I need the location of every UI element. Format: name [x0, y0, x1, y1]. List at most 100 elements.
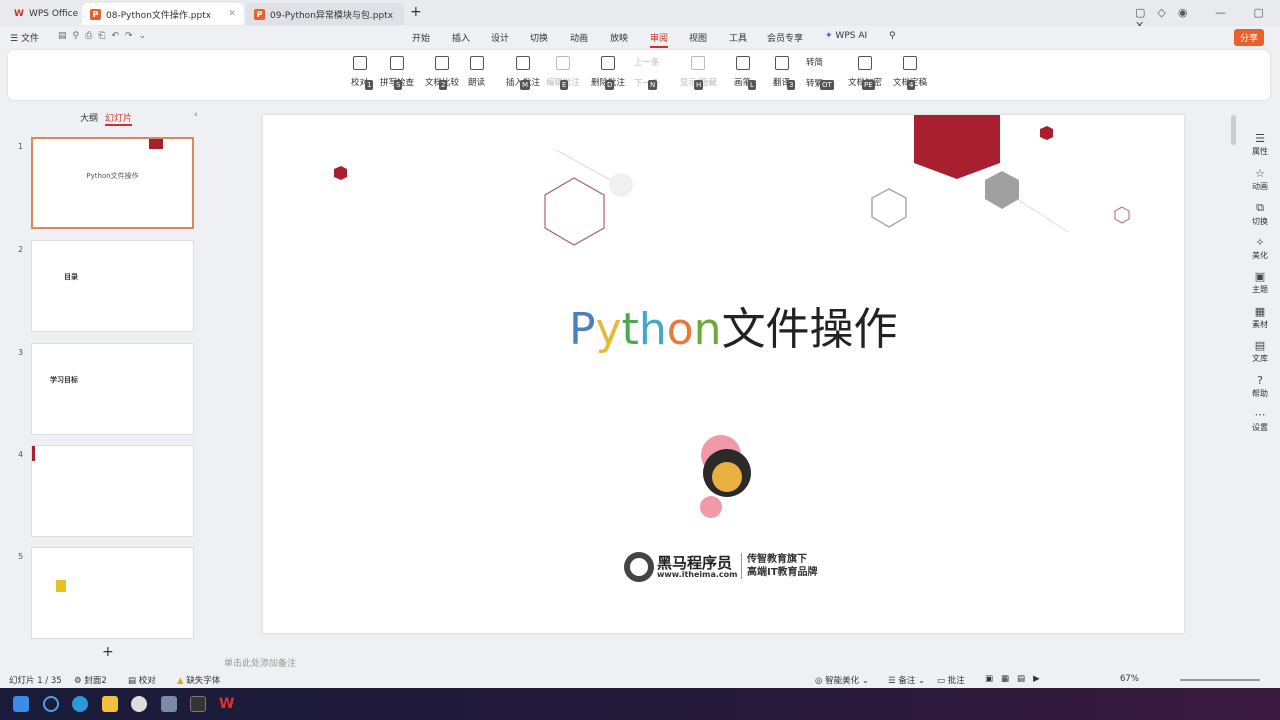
thumb-title: 学习目标	[50, 376, 78, 384]
edge-icon[interactable]	[72, 696, 88, 712]
wps-icon[interactable]: W	[219, 696, 235, 712]
zoom-level[interactable]: 67%	[1120, 674, 1139, 684]
sidebar-icon: ☆	[1255, 166, 1265, 180]
sidebar-item[interactable]: ⧉ 切换	[1240, 201, 1280, 227]
sidebar-label: 切换	[1252, 217, 1268, 226]
slide-canvas[interactable]: Python文件操作 黑马程序员 www.itheima.com 传智教育旗下高…	[263, 115, 1184, 633]
slide-thumb-4[interactable]	[31, 445, 194, 537]
ribbon-icon	[735, 56, 750, 70]
comment-button[interactable]: ▭ 批注	[937, 674, 965, 686]
windows-start-icon[interactable]	[13, 696, 29, 712]
notes-label: 备注	[898, 676, 916, 686]
sidebar-label: 帮助	[1252, 388, 1268, 398]
theme-button[interactable]: ⚙ 封面2	[74, 674, 107, 686]
sidebar-item[interactable]: ✧ 美化	[1240, 236, 1280, 261]
sidebar-item[interactable]: ▣ 主题	[1240, 270, 1280, 295]
sidebar-item[interactable]: ☰ 属性	[1240, 132, 1280, 157]
notes-button[interactable]: ☰ 备注 ⌄	[888, 674, 925, 686]
tab-08-python[interactable]: P 08-Python文件操作.pptx ✕	[82, 3, 244, 25]
beautify-label: 智能美化	[825, 676, 860, 686]
file-explorer-icon[interactable]	[102, 696, 118, 712]
sidebar-item[interactable]: ☆ 动画	[1240, 167, 1280, 192]
slide-thumb-2[interactable]: 目录	[31, 240, 194, 332]
right-sidebar: ☰ 属性 ☆ 动画 ⧉ 切换 ✧ 美化 ▣ 主题 ▦ 素材 ▤ 文库 ? 帮助 ⋯ 设置	[1240, 102, 1280, 667]
search-icon[interactable]	[43, 696, 59, 712]
menu-wps-ai[interactable]: ✦ WPS AI	[825, 31, 867, 41]
menu-transition[interactable]: 切换	[530, 31, 548, 44]
menu-slideshow[interactable]: 放映	[610, 31, 628, 44]
comment-label: 批注	[947, 676, 965, 686]
menu-review[interactable]: 审阅	[650, 31, 669, 48]
clock-icon[interactable]	[131, 696, 147, 712]
ppt-icon: P	[254, 8, 265, 20]
share-button[interactable]: 分享	[1234, 29, 1265, 46]
slide-thumb-3[interactable]: 学习目标	[31, 343, 194, 435]
tab-09-python[interactable]: P 09-Python异常模块与包.pptx	[246, 3, 404, 25]
tab-outline[interactable]: 大纲	[80, 111, 98, 124]
font-label: 缺失字体	[186, 676, 221, 686]
slide-thumb-5[interactable]	[31, 547, 194, 639]
sidebar-label: 文库	[1252, 354, 1268, 363]
slide-thumb-1[interactable]: Python文件操作	[31, 137, 194, 229]
sidebar-item[interactable]: ▦ 素材	[1240, 305, 1280, 330]
quick-access-toolbar[interactable]: ▤⚲⎙⎗↶↷⌄	[58, 31, 152, 41]
sidebar-label: 素材	[1252, 319, 1268, 329]
menu-animation[interactable]: 动画	[570, 31, 588, 44]
slide-scrollbar[interactable]	[1231, 115, 1236, 145]
logo-sub1: 传智教育旗下	[747, 554, 807, 565]
new-tab-icon[interactable]: +	[410, 4, 422, 20]
tab-wps-home[interactable]: W WPS Office	[6, 3, 86, 25]
close-icon[interactable]: ✕	[228, 9, 236, 19]
view-mode-buttons[interactable]: ▣▦▤▶	[985, 674, 1048, 684]
tab-bar: W WPS Office P 08-Python文件操作.pptx ✕ P 09-Pyt…	[0, 0, 1280, 32]
ribbon-button[interactable]: 转简	[806, 56, 823, 68]
tab-slides[interactable]: 幻灯片	[105, 111, 133, 126]
sidebar-icon: ✧	[1255, 235, 1265, 249]
ribbon-button[interactable]: 朗读	[468, 56, 485, 88]
sidebar-label: 设置	[1252, 423, 1268, 432]
title-letter: n	[693, 304, 722, 355]
ribbon-label: 上一条	[634, 58, 660, 68]
menu-home[interactable]: 开始	[412, 31, 430, 44]
search-icon[interactable]: ⚲	[889, 31, 896, 41]
sidebar-item[interactable]: ? 帮助	[1240, 374, 1280, 399]
slide-number: 3	[18, 348, 24, 357]
notes-input[interactable]: 单击此处添加备注	[224, 656, 296, 669]
ribbon-icon	[556, 56, 570, 70]
slide-title: Python文件操作	[569, 293, 898, 357]
title-letter: o	[666, 304, 694, 355]
tab-label: WPS Office	[28, 9, 79, 19]
keytip: N	[648, 80, 658, 90]
keytip: E	[560, 80, 569, 90]
theme-label: 封面2	[84, 676, 107, 686]
menu-member[interactable]: 会员专享	[767, 31, 803, 44]
logo-url: www.itheima.com	[657, 570, 738, 579]
sidebar-item[interactable]: ▤ 文库	[1240, 339, 1280, 364]
add-slide-button[interactable]: +	[102, 644, 114, 660]
ribbon-icon	[858, 56, 872, 70]
title-text: 文件操作	[721, 304, 898, 355]
zoom-slider[interactable]	[1180, 679, 1260, 681]
proof-button[interactable]: ▤ 校对	[128, 674, 156, 686]
ribbon-icon	[691, 56, 706, 70]
title-letter: t	[621, 304, 639, 355]
menu-tools[interactable]: 工具	[729, 31, 747, 44]
keytip: OT	[820, 80, 834, 90]
sidebar-item[interactable]: ⋯ 设置	[1240, 408, 1280, 433]
menu-view[interactable]: 视图	[689, 31, 707, 44]
calculator-icon[interactable]	[161, 696, 177, 712]
sidebar-label: 动画	[1252, 181, 1268, 191]
keytip: M	[520, 80, 531, 90]
collapse-panel-icon[interactable]: ‹	[194, 110, 198, 120]
missing-font-button[interactable]: ▲ 缺失字体	[177, 674, 220, 686]
file-menu[interactable]: ☰ 文件	[10, 31, 39, 44]
menu-design[interactable]: 设计	[491, 31, 509, 44]
tab-label: 08-Python文件操作.pptx	[106, 10, 212, 21]
ribbon-button[interactable]: 上一条	[634, 56, 660, 68]
menu-insert[interactable]: 插入	[452, 31, 470, 44]
terminal-icon[interactable]	[190, 696, 206, 712]
beautify-button[interactable]: ◎ 智能美化 ⌄	[815, 674, 869, 686]
ribbon-label: 转简	[806, 58, 824, 68]
slide-number: 5	[18, 552, 24, 561]
ribbon-icon	[390, 56, 404, 70]
